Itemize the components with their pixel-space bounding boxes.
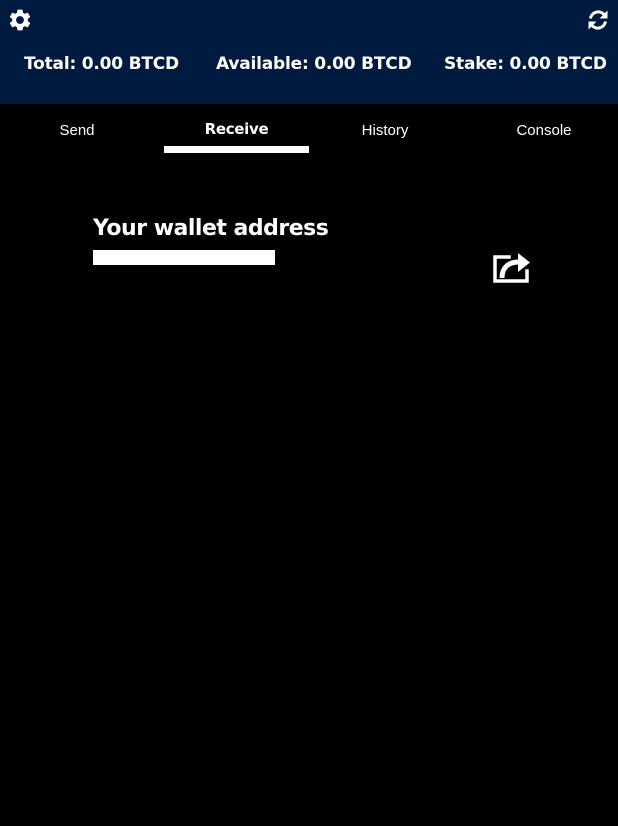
tab-history[interactable]: History (310, 104, 460, 156)
tab-send[interactable]: Send (0, 104, 154, 156)
tab-console-label: Console (516, 122, 572, 139)
tab-console[interactable]: Console (468, 104, 618, 156)
total-balance: Total: 0.00 BTCD (24, 54, 179, 74)
wallet-address-title: Your wallet address (93, 216, 329, 241)
wallet-address-field[interactable] (93, 250, 275, 265)
available-balance: Available: 0.00 BTCD (216, 54, 412, 74)
stake-balance: Stake: 0.00 BTCD (444, 54, 607, 74)
share-icon (493, 253, 530, 283)
share-button[interactable] (492, 250, 532, 284)
settings-button[interactable] (6, 6, 34, 34)
balance-summary: Total: 0.00 BTCD Available: 0.00 BTCD St… (0, 54, 618, 82)
tab-send-label: Send (59, 122, 95, 139)
gear-icon (9, 9, 31, 31)
tab-history-label: History (361, 122, 409, 139)
refresh-button[interactable] (584, 6, 612, 34)
header-bar: Total: 0.00 BTCD Available: 0.00 BTCD St… (0, 0, 618, 104)
active-tab-indicator (164, 146, 309, 153)
refresh-icon (588, 10, 608, 30)
tab-bar: Send Receive History Console (0, 104, 618, 156)
